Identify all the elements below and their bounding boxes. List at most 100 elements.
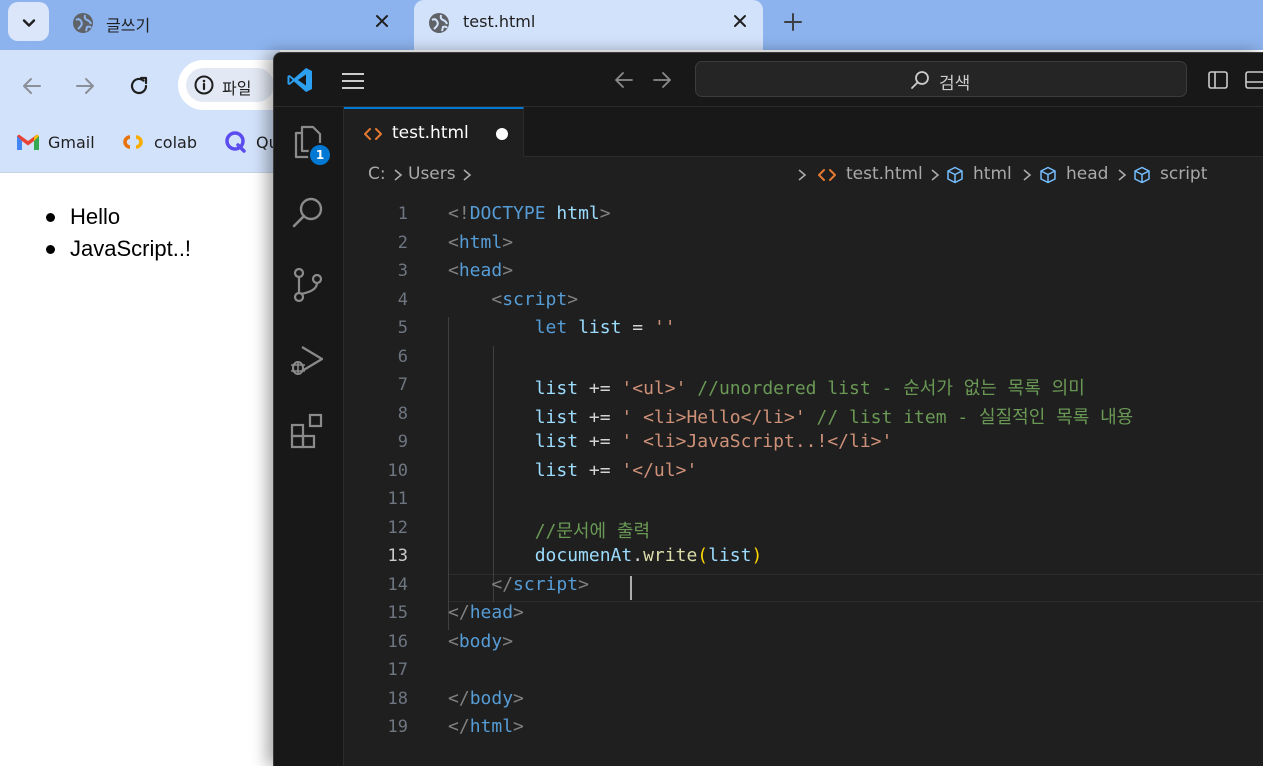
breadcrumb-symbol[interactable]: head <box>1066 164 1108 184</box>
code-line[interactable]: 13 documenAt.write(list) <box>344 543 1263 572</box>
code-text: //문서에 출력 <box>448 517 650 543</box>
code-token: > <box>599 203 611 224</box>
breadcrumb-symbol[interactable]: script <box>1160 164 1207 184</box>
chevron-right-icon <box>798 169 807 181</box>
line-number: 19 <box>387 717 408 737</box>
code-line[interactable]: 6 <box>344 344 1263 373</box>
code-line[interactable]: 3 <head> <box>344 258 1263 287</box>
source-control-icon[interactable] <box>288 265 328 305</box>
code-text: list += ' <li>Hello</li>' // list item -… <box>448 403 1134 429</box>
code-line[interactable]: 10 list += '</ul>' <box>344 458 1263 487</box>
code-line[interactable]: 12 //문서에 출력 <box>344 515 1263 544</box>
code-editor[interactable]: 1 <!DOCTYPE html> 2 <html> 3 <head> 4 <script>… <box>344 193 1263 766</box>
bookmark-quora[interactable]: Qu <box>224 130 279 154</box>
line-number: 11 <box>387 489 408 509</box>
code-token: > <box>502 231 514 253</box>
breadcrumb-file[interactable]: test.html <box>846 164 923 184</box>
code-line[interactable]: 16 <body> <box>344 629 1263 658</box>
close-icon[interactable] <box>372 11 392 31</box>
line-number: 13 <box>387 546 408 566</box>
activity-bar: 1 <box>274 107 344 766</box>
code-token: list <box>708 545 752 566</box>
editor-tab[interactable]: test.html <box>344 107 524 157</box>
code-token: > <box>502 260 514 281</box>
reload-icon[interactable] <box>127 74 151 98</box>
code-line[interactable]: 17 <box>344 657 1263 686</box>
code-token: </ <box>491 573 514 595</box>
chevron-right-icon <box>1118 169 1127 181</box>
code-token: body <box>458 630 503 652</box>
code-token: += <box>578 431 622 452</box>
code-token: > <box>513 602 524 623</box>
bookmark-label: colab <box>154 132 197 152</box>
back-arrow-icon[interactable] <box>612 68 636 92</box>
code-line[interactable]: 5 let list = '' <box>344 315 1263 344</box>
forward-arrow-icon[interactable] <box>73 74 97 98</box>
code-token: list <box>534 378 579 399</box>
line-number: 2 <box>397 232 408 253</box>
site-info-chip[interactable]: 파일 <box>186 68 274 102</box>
unsaved-dot-icon[interactable] <box>496 128 508 140</box>
line-number: 10 <box>387 460 408 481</box>
code-line[interactable]: 19 </html> <box>344 714 1263 743</box>
symbol-box-icon <box>1134 166 1150 184</box>
code-token: += <box>578 378 622 399</box>
globe-icon <box>429 13 449 33</box>
chevron-right-icon <box>1023 169 1032 181</box>
breadcrumb-symbol[interactable]: html <box>973 164 1012 184</box>
bookmark-colab[interactable]: colab <box>120 130 197 154</box>
browser-tab[interactable]: 글쓰기 <box>72 0 402 50</box>
search-icon <box>911 71 929 89</box>
toggle-sidebar-icon[interactable] <box>1207 69 1229 91</box>
line-number: 1 <box>397 204 408 224</box>
back-arrow-icon[interactable] <box>20 74 44 98</box>
code-token: '<ul>' <box>621 378 687 399</box>
line-number: 12 <box>387 517 408 538</box>
search-icon[interactable] <box>288 193 328 233</box>
new-tab-plus-icon[interactable] <box>781 10 805 34</box>
forward-arrow-icon[interactable] <box>650 68 674 92</box>
browser-tab-active[interactable]: test.html <box>414 0 763 50</box>
code-token: ' <li>JavaScript..!</li>' <box>621 431 893 452</box>
code-line[interactable]: 9 list += ' <li>JavaScript..!</li>' <box>344 429 1263 458</box>
code-text: list += '<ul>' //unordered list - 순서가 없는… <box>448 374 1085 400</box>
site-info-label: 파일 <box>222 79 252 98</box>
code-token: > <box>578 573 589 595</box>
line-number: 3 <box>397 261 408 281</box>
command-center-search[interactable]: 검색 <box>695 61 1187 97</box>
code-token: //unordered list - 순서가 없는 목록 의미 <box>697 378 1085 399</box>
code-line[interactable]: 8 list += ' <li>Hello</li>' // list item… <box>344 401 1263 430</box>
line-number: 18 <box>387 688 408 709</box>
bookmark-gmail[interactable]: Gmail <box>16 130 95 154</box>
menu-icon[interactable] <box>340 68 366 94</box>
info-icon <box>194 75 214 95</box>
code-token: <! <box>448 203 470 224</box>
breadcrumb-folder[interactable]: Users <box>408 164 456 184</box>
code-line[interactable]: 14 </script> <box>344 572 1263 601</box>
extensions-icon[interactable] <box>288 411 328 451</box>
code-line[interactable]: 11 <box>344 486 1263 515</box>
code-text: <script> <box>448 289 578 310</box>
code-line[interactable]: 4 <script> <box>344 287 1263 316</box>
code-line[interactable]: 18 </body> <box>344 686 1263 715</box>
breadcrumb-drive[interactable]: C: <box>368 164 386 184</box>
code-line[interactable]: 1 <!DOCTYPE html> <box>344 201 1263 230</box>
run-debug-icon[interactable] <box>288 339 328 379</box>
code-line[interactable]: 15 </head> <box>344 600 1263 629</box>
code-line[interactable]: 7 list += '<ul>' //unordered list - 순서가 … <box>344 372 1263 401</box>
toggle-panel-icon[interactable] <box>1244 69 1263 91</box>
code-line[interactable]: 2 <html> <box>344 230 1263 259</box>
vscode-window: 검색 1 test.html C: Users test.html html h… <box>273 52 1263 766</box>
close-icon[interactable] <box>730 11 750 31</box>
chevron-down-icon <box>22 19 36 27</box>
code-token: += <box>578 406 622 428</box>
tab-title: test.html <box>463 12 536 31</box>
code-token: html <box>458 231 503 253</box>
command-center-label: 검색 <box>939 74 971 94</box>
tab-search-button[interactable] <box>8 2 49 41</box>
